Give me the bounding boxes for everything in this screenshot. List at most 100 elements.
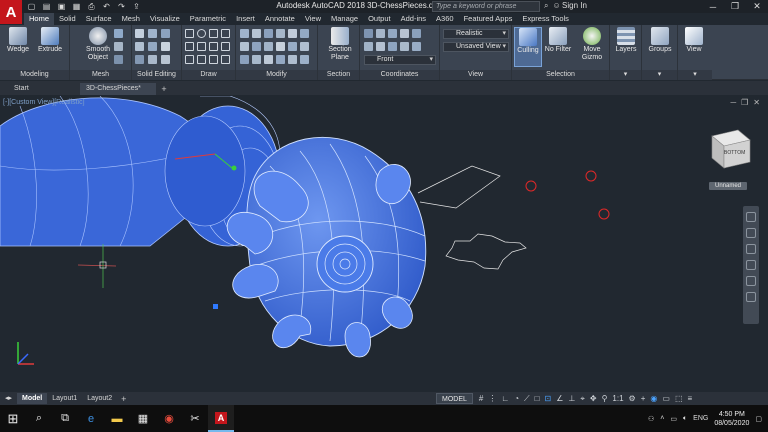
- new-layout-button[interactable]: +: [117, 394, 130, 404]
- section-plane-outline[interactable]: [417, 165, 501, 209]
- ribbon-tab-solid[interactable]: Solid: [54, 13, 81, 25]
- panel-label-view-dropdown[interactable]: ▾: [678, 70, 712, 80]
- network-icon[interactable]: ▭: [670, 415, 677, 423]
- isolate-objects-icon[interactable]: ◉: [650, 394, 657, 404]
- undo-icon[interactable]: ↶: [101, 1, 112, 12]
- language-indicator[interactable]: ENG: [693, 415, 708, 422]
- snipping-tool-icon[interactable]: ✂: [182, 405, 208, 432]
- join-icon[interactable]: [252, 55, 261, 64]
- customization-icon[interactable]: ≡: [688, 394, 693, 404]
- point-marker[interactable]: [585, 170, 597, 182]
- array-icon[interactable]: [300, 29, 309, 38]
- user-icon[interactable]: ☺: [552, 1, 560, 11]
- no-filter-button[interactable]: No Filter: [544, 27, 572, 54]
- 3d-rotate-icon[interactable]: [300, 55, 309, 64]
- intersect-icon[interactable]: [161, 29, 170, 38]
- annotation-monitor-icon[interactable]: +: [641, 394, 646, 404]
- panel-label-draw[interactable]: Draw: [182, 70, 235, 80]
- mesh-tool-icon[interactable]: [114, 55, 123, 64]
- viewport-controls-label[interactable]: [-][Custom View][Realistic]: [3, 99, 85, 106]
- orbit-icon[interactable]: [746, 260, 756, 270]
- layers-button[interactable]: Layers: [612, 27, 640, 54]
- clean-screen-icon[interactable]: ⬚: [675, 394, 683, 404]
- snap-icon[interactable]: ⋮: [488, 394, 496, 404]
- showmotion-icon[interactable]: [746, 276, 756, 286]
- rotate-icon[interactable]: [252, 29, 261, 38]
- open-icon[interactable]: ▤: [41, 1, 52, 12]
- point-marker[interactable]: [598, 208, 610, 220]
- volume-icon[interactable]: 🔈︎: [683, 415, 687, 423]
- task-view-icon[interactable]: ⧉: [52, 405, 78, 432]
- isodraft-icon[interactable]: ⟋: [524, 394, 530, 404]
- move-icon[interactable]: [240, 29, 249, 38]
- save-as-icon[interactable]: ▦: [71, 1, 82, 12]
- grip-point[interactable]: [213, 304, 218, 309]
- navbar-customize-icon[interactable]: [746, 292, 756, 302]
- viewport-close-icon[interactable]: ✕: [753, 98, 760, 107]
- minimize-icon[interactable]: ─: [702, 0, 724, 13]
- fillet-edge-icon[interactable]: [161, 42, 170, 51]
- annotation-scale-label[interactable]: 1:1: [612, 394, 623, 404]
- polygon-icon[interactable]: [221, 42, 230, 51]
- smooth-object-button[interactable]: Smooth Object: [84, 27, 112, 62]
- drawing-tab[interactable]: 3D-ChessPieces* ×: [80, 83, 156, 104]
- ucs-icon[interactable]: [364, 29, 373, 38]
- search-input[interactable]: Type a keyword or phrase: [432, 1, 540, 12]
- extract-edges-icon[interactable]: [135, 55, 144, 64]
- imprint-icon[interactable]: [148, 55, 157, 64]
- panel-label-groups-dropdown[interactable]: ▾: [642, 70, 677, 80]
- copy-icon[interactable]: [276, 29, 285, 38]
- section-plane-button[interactable]: Section Plane: [324, 27, 356, 62]
- 3d-osnap-icon[interactable]: ⊡: [545, 394, 552, 404]
- ribbon-tab-home[interactable]: Home: [24, 13, 55, 25]
- saved-view-dropdown[interactable]: Unsaved View: [443, 42, 509, 52]
- ucs-face-icon[interactable]: [400, 42, 409, 51]
- align-icon[interactable]: [276, 55, 285, 64]
- stretch-icon[interactable]: [240, 42, 249, 51]
- fillet-icon[interactable]: [252, 42, 261, 51]
- layout1-tab[interactable]: Layout1: [47, 393, 82, 404]
- viewport-minimize-icon[interactable]: ─: [730, 98, 736, 107]
- panel-label-view[interactable]: View: [440, 70, 511, 80]
- ellipse-icon[interactable]: [185, 55, 194, 64]
- new-tab-button[interactable]: +: [158, 83, 170, 95]
- layout-prev-icon[interactable]: ◂▸: [0, 393, 17, 404]
- helix-icon[interactable]: [209, 42, 218, 51]
- 3d-move-icon[interactable]: [288, 55, 297, 64]
- ribbon-tab-mesh[interactable]: Mesh: [117, 13, 145, 25]
- panel-label-selection[interactable]: Selection: [512, 70, 609, 80]
- extrude-button[interactable]: Extrude: [36, 27, 64, 54]
- panel-label-modeling[interactable]: Modeling: [0, 70, 69, 80]
- polar-icon[interactable]: ◔: [514, 394, 519, 404]
- save-icon[interactable]: ▣: [56, 1, 67, 12]
- base-outline[interactable]: [445, 233, 527, 270]
- mesh-tool-icon[interactable]: [114, 29, 123, 38]
- slice-icon[interactable]: [135, 42, 144, 51]
- ribbon-tab-parametric[interactable]: Parametric: [185, 13, 231, 25]
- ribbon-tab-a360[interactable]: A360: [431, 13, 459, 25]
- region-icon[interactable]: [197, 55, 206, 64]
- calculator-icon[interactable]: ▦: [130, 405, 156, 432]
- search-icon[interactable]: ⌕: [26, 405, 52, 432]
- drawing-viewport[interactable]: BOTTOM [-][Custom View][Realistic] ─ ❐ ✕…: [0, 96, 768, 392]
- point-marker[interactable]: [525, 180, 537, 192]
- move-gizmo-button[interactable]: Move Gizmo: [578, 27, 606, 62]
- extend-icon[interactable]: [288, 42, 297, 51]
- ucs-world-icon[interactable]: [376, 29, 385, 38]
- autocad-taskbar-icon[interactable]: A: [208, 405, 234, 432]
- hatch-icon[interactable]: [209, 55, 218, 64]
- close-icon[interactable]: ✕: [746, 0, 768, 13]
- mirror-icon[interactable]: [288, 29, 297, 38]
- viewport-restore-icon[interactable]: ❐: [741, 98, 748, 107]
- sign-in-link[interactable]: Sign In: [562, 1, 587, 10]
- panel-label-mesh[interactable]: Mesh: [70, 70, 131, 80]
- offset-icon[interactable]: [300, 42, 309, 51]
- layout2-tab[interactable]: Layout2: [82, 393, 117, 404]
- ribbon-tab-manage[interactable]: Manage: [326, 13, 363, 25]
- line-icon[interactable]: [185, 42, 194, 51]
- ribbon-tab-view[interactable]: View: [300, 13, 326, 25]
- view-name-dropdown[interactable]: Unnamed: [709, 182, 747, 190]
- edge-browser-icon[interactable]: e: [78, 405, 104, 432]
- ribbon-tab-output[interactable]: Output: [363, 13, 396, 25]
- ribbon-tab-featured-apps[interactable]: Featured Apps: [459, 13, 518, 25]
